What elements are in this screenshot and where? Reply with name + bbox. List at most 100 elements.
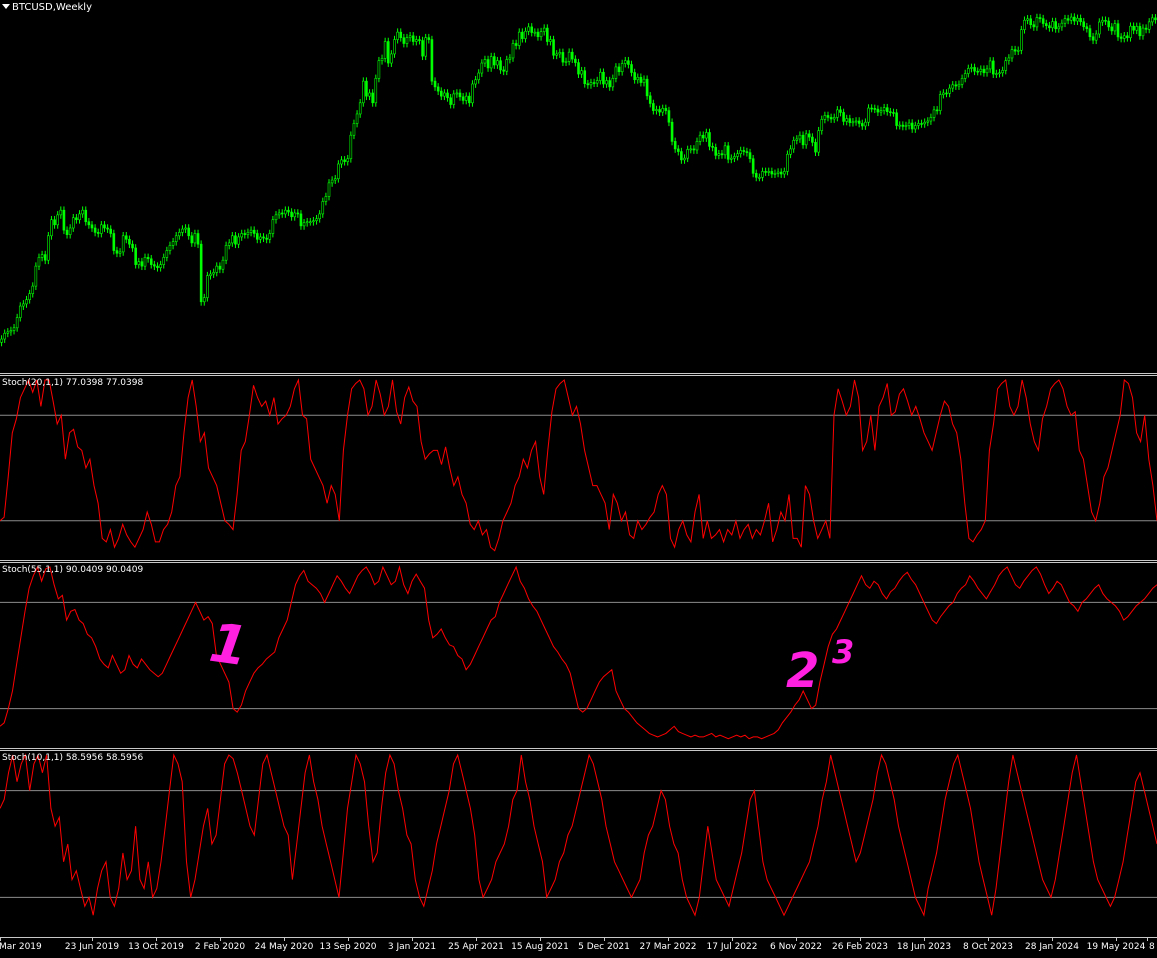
candle	[602, 68, 605, 88]
candle	[570, 48, 574, 63]
candle-body	[18, 305, 22, 318]
chart-window[interactable]: BTCUSD,Weekly Stoch(20,1,1) 77.0398 77.0…	[0, 0, 1157, 958]
candle-body	[530, 26, 534, 33]
candle	[171, 237, 175, 250]
candle	[480, 59, 484, 77]
candle-body	[0, 338, 3, 343]
candle	[474, 75, 477, 88]
candle-body	[1085, 26, 1089, 29]
time-axis-label: 25 Apr 2021	[448, 942, 504, 952]
candle	[845, 114, 848, 126]
candle-body	[234, 235, 237, 245]
candle	[555, 50, 558, 60]
candle	[608, 76, 611, 91]
candle-body	[589, 82, 593, 86]
candle-body	[489, 56, 493, 69]
candle-body	[252, 229, 256, 234]
candle	[630, 60, 633, 77]
candle-body	[521, 31, 524, 39]
candle-body	[979, 68, 983, 72]
candle-body	[259, 236, 262, 240]
candle	[639, 73, 643, 87]
candle	[115, 246, 119, 258]
time-axis-tick	[668, 938, 669, 941]
candle	[221, 256, 225, 274]
candle	[586, 79, 590, 89]
candle	[664, 104, 668, 115]
collapse-arrow-icon[interactable]	[2, 4, 10, 9]
candle-body	[181, 228, 184, 233]
candle	[1069, 13, 1073, 25]
candle	[25, 295, 28, 308]
candle	[620, 59, 624, 76]
price-pane[interactable]: BTCUSD,Weekly	[0, 0, 1157, 373]
time-axis[interactable]: Mar 2019 23 Jun 2019 13 Oct 2019 2 Feb 2020…	[0, 937, 1157, 958]
candle	[758, 173, 761, 182]
candle-body	[62, 209, 66, 231]
candle	[377, 56, 381, 83]
candle	[227, 239, 231, 250]
candle-body	[1035, 17, 1039, 28]
candle	[106, 224, 109, 233]
candle	[374, 74, 378, 107]
candle	[483, 55, 487, 67]
candle-body	[349, 134, 353, 160]
candle	[798, 131, 802, 143]
candle-body	[860, 123, 864, 127]
candle-body	[115, 250, 119, 254]
stoch-20-pane[interactable]: Stoch(20,1,1) 77.0398 77.0398	[0, 376, 1157, 560]
stoch-10-pane[interactable]: Stoch(10,1,1) 58.5956 58.5956	[0, 751, 1157, 937]
candle	[842, 108, 845, 126]
candle	[645, 75, 649, 100]
candle	[633, 68, 636, 84]
candle-body	[623, 60, 627, 64]
candle-body	[305, 221, 309, 224]
candle	[960, 74, 964, 89]
candle	[1044, 19, 1048, 30]
candle	[892, 108, 895, 117]
candle	[552, 35, 555, 60]
time-axis-label: 15 Aug 2021	[511, 942, 569, 952]
candle-body	[807, 133, 811, 138]
candle-body	[1076, 18, 1079, 22]
candle	[1091, 32, 1095, 45]
candle-body	[480, 62, 484, 74]
candle-body	[514, 43, 518, 46]
candle-body	[817, 130, 820, 153]
candle	[368, 89, 371, 101]
candle-body	[792, 140, 795, 150]
time-axis-tick	[476, 938, 477, 941]
time-axis-tick	[348, 938, 349, 941]
candle-body	[1088, 28, 1092, 38]
candle-body	[1147, 21, 1151, 30]
candle	[268, 229, 272, 244]
candle-body	[358, 102, 362, 115]
candle	[62, 206, 66, 235]
candle-body	[945, 92, 948, 95]
candle-body	[75, 217, 78, 221]
candle-body	[1104, 19, 1107, 22]
candle-body	[1029, 18, 1032, 25]
candle	[823, 111, 827, 124]
candle	[967, 64, 970, 78]
candle	[343, 156, 346, 166]
candle	[284, 206, 287, 218]
candle-body	[639, 76, 643, 83]
candle	[795, 135, 799, 145]
candle-body	[811, 136, 814, 143]
candle	[430, 35, 434, 86]
candle	[118, 248, 122, 258]
candle-body	[795, 138, 799, 141]
candle-body	[43, 254, 47, 261]
candle-body	[839, 109, 842, 113]
candle	[879, 106, 883, 116]
candle-body	[1113, 23, 1117, 32]
candle	[976, 67, 979, 76]
candle	[723, 142, 727, 159]
candle-body	[199, 243, 203, 303]
candle-body	[689, 148, 693, 151]
stoch-55-pane[interactable]: Stoch(55,1,1) 90.0409 90.0409 1 2 3	[0, 563, 1157, 748]
candle	[302, 218, 306, 230]
candle-body	[705, 132, 708, 139]
candle	[193, 229, 197, 247]
